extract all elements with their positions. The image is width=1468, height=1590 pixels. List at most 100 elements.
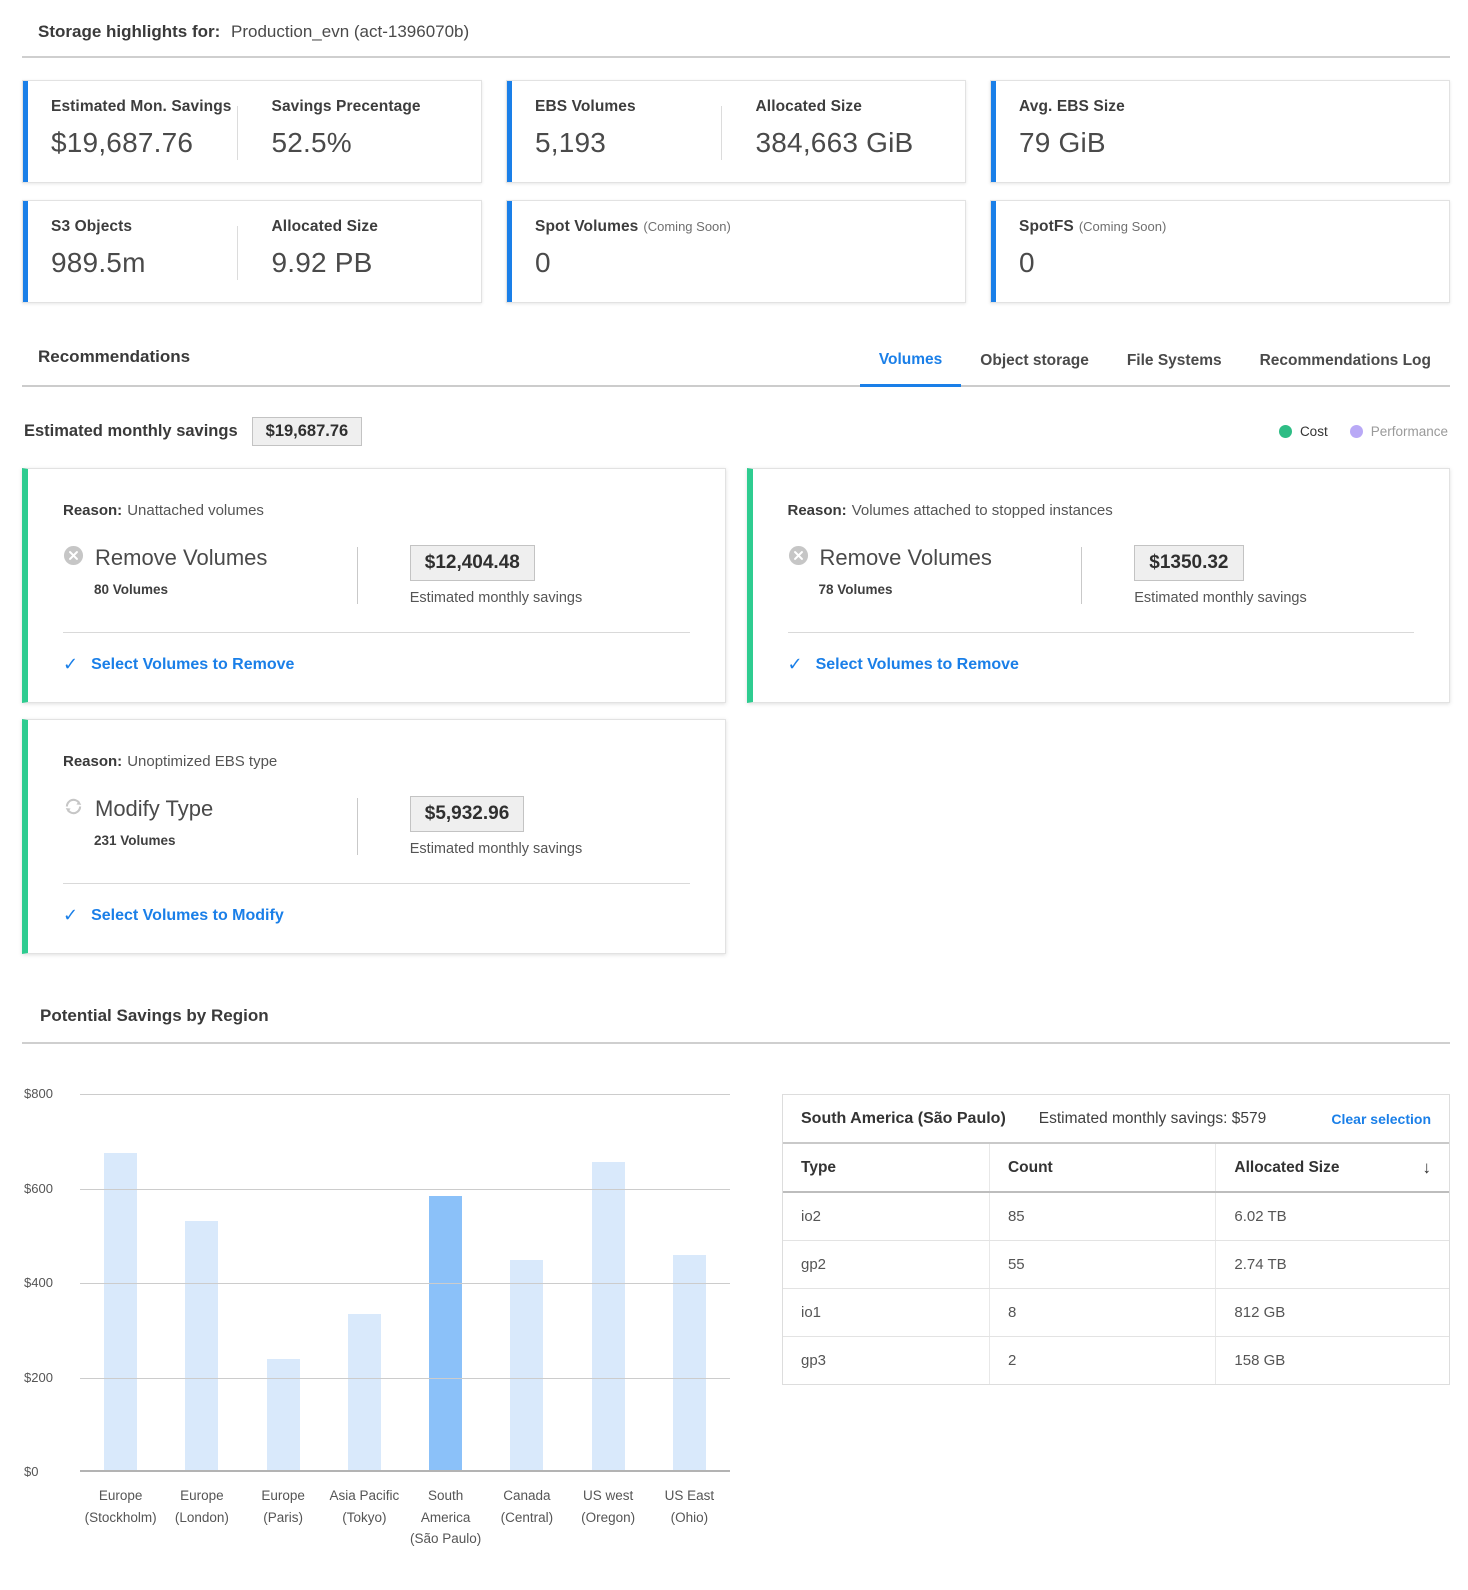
select-link-label: Select Volumes to Remove (816, 656, 1019, 674)
table-cell: 8 (989, 1289, 1215, 1337)
chart-column (649, 1094, 730, 1470)
stat-label-row: Avg. EBS Size (1019, 98, 1425, 116)
select-volumes-to-remove-link[interactable]: ✓Select Volumes to Remove (788, 654, 1019, 675)
reason-label: Reason: (63, 502, 122, 519)
stat-label: SpotFS (1019, 218, 1074, 235)
action-head: Remove Volumes (788, 545, 1082, 571)
stat-value: 5,193 (535, 127, 721, 159)
stat-allocated-size: Allocated Size384,663 GiB (722, 98, 942, 168)
chart-column (405, 1094, 486, 1470)
savings-caption: Estimated monthly savings (410, 590, 690, 606)
tab-object-storage[interactable]: Object storage (961, 352, 1108, 385)
bar-asia-pacific-tokyo[interactable] (348, 1314, 381, 1470)
recommendations-heading: Recommendations (38, 347, 190, 385)
x-label-line2: (Stockholm) (80, 1507, 161, 1529)
savings-caption: Estimated monthly savings (410, 841, 690, 857)
stat-savings-precentage: Savings Precentage52.5% (238, 98, 458, 168)
bar-us-east-ohio[interactable] (673, 1255, 706, 1470)
page-header: Storage highlights for: Production_evn (… (22, 18, 1450, 58)
savings-value-chip: $1350.32 (1134, 545, 1243, 581)
action-row: Remove Volumes78 Volumes$1350.32Estimate… (788, 545, 1415, 632)
check-icon: ✓ (63, 905, 78, 926)
legend-label: Performance (1371, 424, 1448, 439)
bar-europe-london[interactable] (185, 1221, 218, 1470)
x-axis-label: US East(Ohio) (649, 1485, 730, 1550)
x-label-line1: South America (405, 1485, 486, 1528)
volume-count: 78 Volumes (819, 582, 1082, 597)
accent-bar (507, 201, 512, 302)
recommendation-card: Reason:Unoptimized EBS typeModify Type23… (22, 719, 726, 954)
table-row: gp2552.74 TB (783, 1241, 1449, 1289)
tab-recommendations-log[interactable]: Recommendations Log (1241, 352, 1450, 385)
tab-volumes[interactable]: Volumes (860, 351, 961, 387)
column-header-allocated-size[interactable]: Allocated Size ↓ (1216, 1144, 1449, 1192)
stat-label-row: EBS Volumes (535, 98, 721, 116)
table-row: io18812 GB (783, 1289, 1449, 1337)
savings-by-region-chart: Europe(Stockholm)Europe(London)Europe(Pa… (22, 1094, 730, 1550)
stat-value: 989.5m (51, 247, 237, 279)
table-row: io2856.02 TB (783, 1192, 1449, 1241)
stat-spot-volumes: Spot Volumes(Coming Soon)0 (535, 218, 941, 288)
stat-card: EBS Volumes 5,193Allocated Size384,663 Gi… (506, 80, 966, 183)
accent-bar (23, 81, 28, 182)
table-row: gp32158 GB (783, 1337, 1449, 1385)
stat-value: 0 (1019, 247, 1425, 279)
reason-row: Reason:Volumes attached to stopped insta… (788, 502, 1415, 519)
savings-value-chip: $12,404.48 (410, 545, 535, 581)
y-axis-tick: $400 (24, 1275, 74, 1290)
stat-card: Estimated Mon. Savings$19,687.76Savings … (22, 80, 482, 183)
bar-europe-paris[interactable] (267, 1359, 300, 1470)
stat-value: $19,687.76 (51, 127, 237, 159)
chart-column (243, 1094, 324, 1470)
select-volumes-to-remove-link[interactable]: ✓Select Volumes to Remove (63, 654, 294, 675)
legend-label: Cost (1300, 424, 1328, 439)
stat-ebs-volumes: EBS Volumes 5,193 (535, 98, 721, 168)
chart-column (80, 1094, 161, 1470)
x-label-line2: (London) (161, 1507, 242, 1529)
bar-us-west-oregon[interactable] (592, 1162, 625, 1470)
recommendations-header: Recommendations VolumesObject storageFil… (22, 347, 1450, 387)
bar-europe-stockholm[interactable] (104, 1153, 137, 1470)
recommendation-card: Reason:Volumes attached to stopped insta… (747, 468, 1451, 703)
stat-avg-ebs-size: Avg. EBS Size79 GiB (1019, 98, 1425, 168)
recommendation-card: Reason:Unattached volumesRemove Volumes8… (22, 468, 726, 703)
stat-card: S3 Objects989.5mAllocated Size9.92 PB (22, 200, 482, 303)
select-volumes-to-modify-link[interactable]: ✓ Select Volumes to Modify (63, 905, 284, 926)
action-row: Remove Volumes80 Volumes$12,404.48Estima… (63, 545, 690, 632)
link-row: ✓Select Volumes to Remove (63, 632, 690, 702)
stat-label: Allocated Size (756, 98, 863, 115)
x-label-line1: Europe (161, 1485, 242, 1507)
stat-value: 9.92 PB (272, 247, 458, 279)
table-cell: io1 (783, 1289, 989, 1337)
column-header-count: Count (989, 1144, 1215, 1192)
bar-south-america-s-o-paulo[interactable] (429, 1196, 462, 1470)
clear-selection-link[interactable]: Clear selection (1331, 1111, 1431, 1127)
reason-text: Unoptimized EBS type (127, 753, 277, 770)
stat-value: 0 (535, 247, 941, 279)
y-axis-tick: $600 (24, 1181, 74, 1196)
select-link-label: Select Volumes to Modify (91, 907, 284, 925)
x-axis-label: Canada(Central) (486, 1485, 567, 1550)
x-axis-label: South America(São Paulo) (405, 1485, 486, 1550)
y-axis-tick: $200 (24, 1370, 74, 1385)
accent-bar (991, 81, 996, 182)
bar-canada-central[interactable] (510, 1260, 543, 1470)
x-label-line1: Europe (80, 1485, 161, 1507)
stat-label-row: Savings Precentage (272, 98, 458, 116)
x-axis-label: Europe(Stockholm) (80, 1485, 161, 1550)
action-head: Modify Type (63, 796, 357, 822)
stat-label: Savings Precentage (272, 98, 421, 115)
recommendations-tabs: VolumesObject storageFile SystemsRecomme… (860, 351, 1450, 385)
gridline (80, 1189, 730, 1190)
stat-label: S3 Objects (51, 218, 132, 235)
region-table-header: South America (São Paulo) Estimated mont… (783, 1095, 1449, 1144)
tab-file-systems[interactable]: File Systems (1108, 352, 1241, 385)
volume-count: 80 Volumes (94, 582, 357, 597)
savings-value-chip: $5,932.96 (410, 796, 525, 832)
accent-bar (991, 201, 996, 302)
sort-descending-icon[interactable]: ↓ (1423, 1158, 1432, 1178)
selected-region-savings: Estimated monthly savings: $579 (1039, 1110, 1266, 1128)
action-summary: Modify Type231 Volumes (63, 796, 357, 857)
table-cell: 6.02 TB (1216, 1192, 1449, 1241)
modify-refresh-icon (63, 796, 84, 822)
